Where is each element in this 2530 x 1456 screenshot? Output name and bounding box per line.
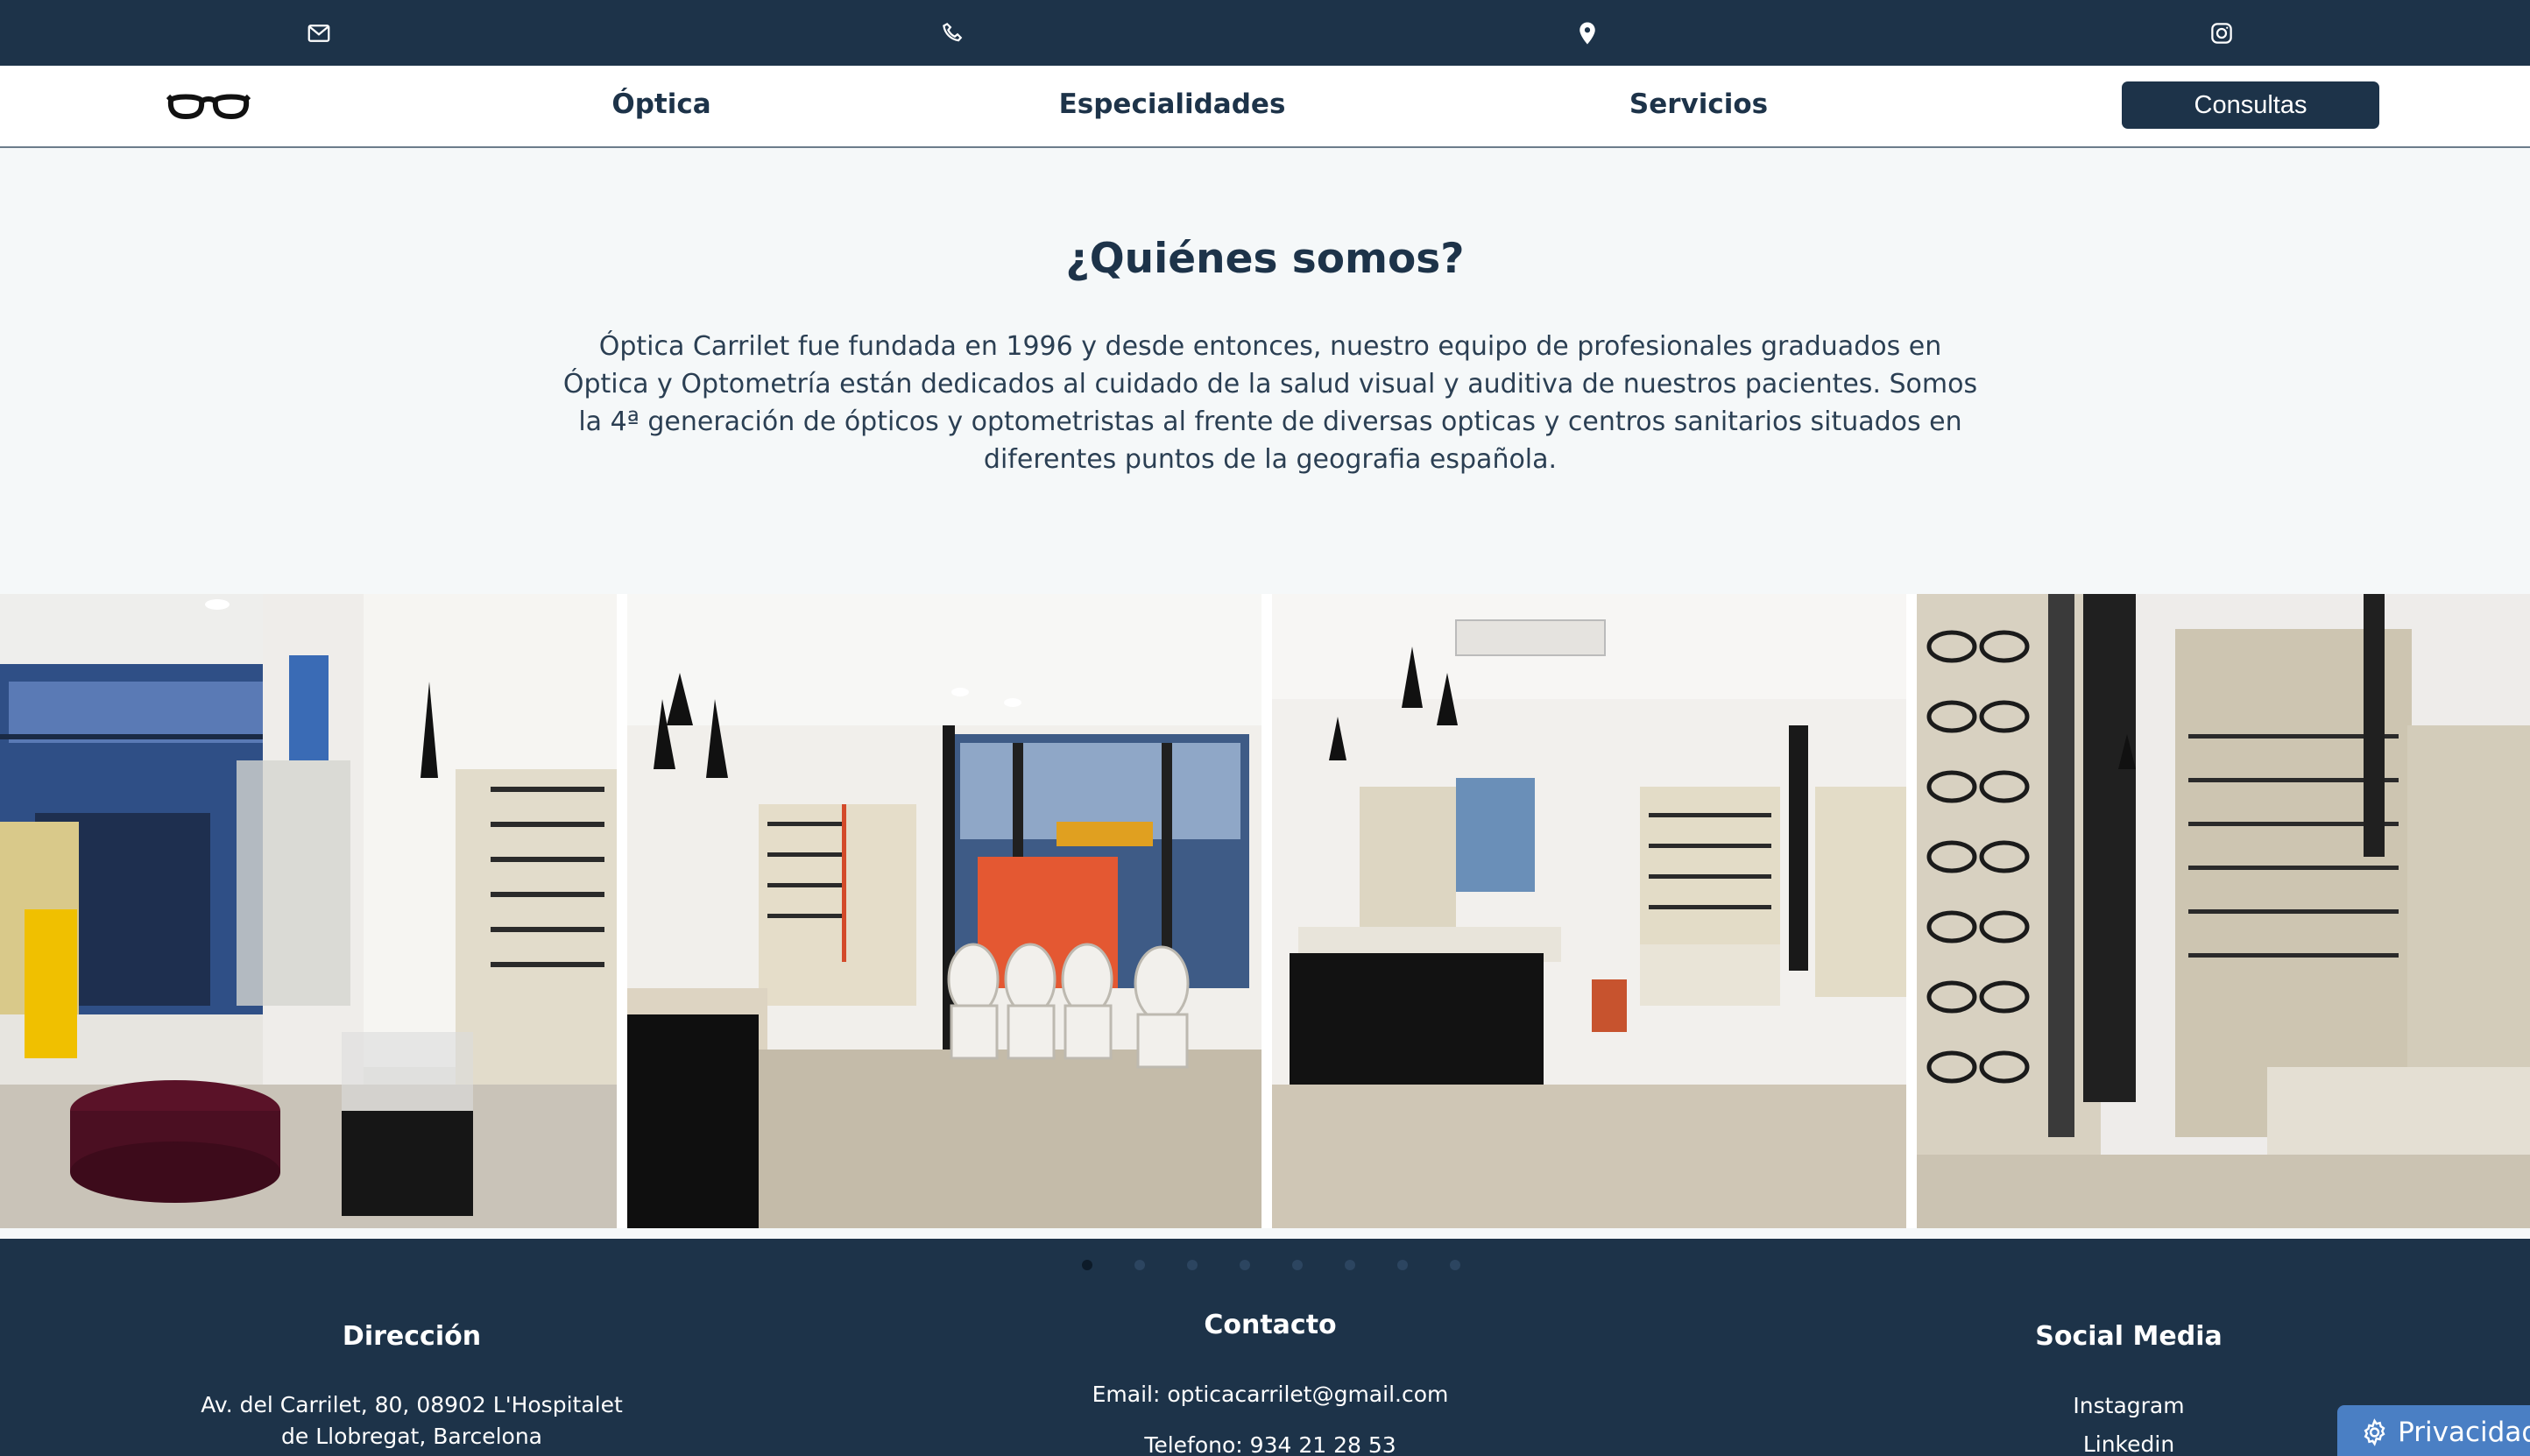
location-pin-icon[interactable] xyxy=(1570,16,1605,51)
footer-social-heading: Social Media xyxy=(2035,1321,2223,1352)
top-contact-bar xyxy=(0,0,2530,66)
store-photo-1[interactable] xyxy=(0,594,617,1228)
footer-email[interactable]: Email: opticacarrilet@gmail.com xyxy=(1092,1379,1449,1410)
mail-icon[interactable] xyxy=(301,16,336,51)
privacy-label: Privacidad xyxy=(2398,1417,2530,1448)
carousel-dot-2[interactable] xyxy=(1134,1260,1145,1270)
carousel-dot-3[interactable] xyxy=(1187,1260,1198,1270)
carousel-dot-5[interactable] xyxy=(1292,1260,1303,1270)
privacy-settings-button[interactable]: Privacidad xyxy=(2337,1405,2530,1456)
photo-carousel[interactable] xyxy=(0,594,2530,1228)
main-nav: Óptica Especialidades Servicios Consulta… xyxy=(0,66,2530,148)
about-text: Óptica Carrilet fue fundada en 1996 y de… xyxy=(562,331,1978,475)
store-photo-4[interactable] xyxy=(1917,594,2530,1228)
store-photo-2[interactable] xyxy=(627,594,1261,1228)
store-photo-3[interactable] xyxy=(1272,594,1906,1228)
about-title: ¿Quiénes somos? xyxy=(1065,235,1465,283)
carousel-dot-7[interactable] xyxy=(1397,1260,1408,1270)
nav-especialidades[interactable]: Especialidades xyxy=(1059,88,1286,120)
phone-icon[interactable] xyxy=(936,16,971,51)
gear-icon xyxy=(2364,1418,2385,1446)
carousel-dot-1[interactable] xyxy=(1082,1260,1092,1270)
carousel-dots xyxy=(0,1260,2530,1270)
footer-address-heading: Dirección xyxy=(342,1321,482,1352)
footer-instagram-link[interactable]: Instagram xyxy=(2073,1390,2184,1422)
nav-optica[interactable]: Óptica xyxy=(611,88,710,120)
instagram-icon[interactable] xyxy=(2204,16,2239,51)
consultas-button[interactable]: Consultas xyxy=(2122,81,2379,129)
carousel-dot-6[interactable] xyxy=(1345,1260,1355,1270)
footer-contact-heading: Contacto xyxy=(1204,1310,1337,1340)
glasses-logo[interactable] xyxy=(166,81,251,131)
footer-linkedin-link[interactable]: Linkedin xyxy=(2083,1429,2174,1456)
footer-phone[interactable]: Telefono: 934 21 28 53 xyxy=(1144,1430,1396,1456)
footer-address-text: Av. del Carrilet, 80, 08902 L'Hospitalet… xyxy=(201,1392,623,1449)
carousel-dot-4[interactable] xyxy=(1240,1260,1250,1270)
carousel-dot-8[interactable] xyxy=(1450,1260,1460,1270)
nav-servicios[interactable]: Servicios xyxy=(1629,88,1768,120)
